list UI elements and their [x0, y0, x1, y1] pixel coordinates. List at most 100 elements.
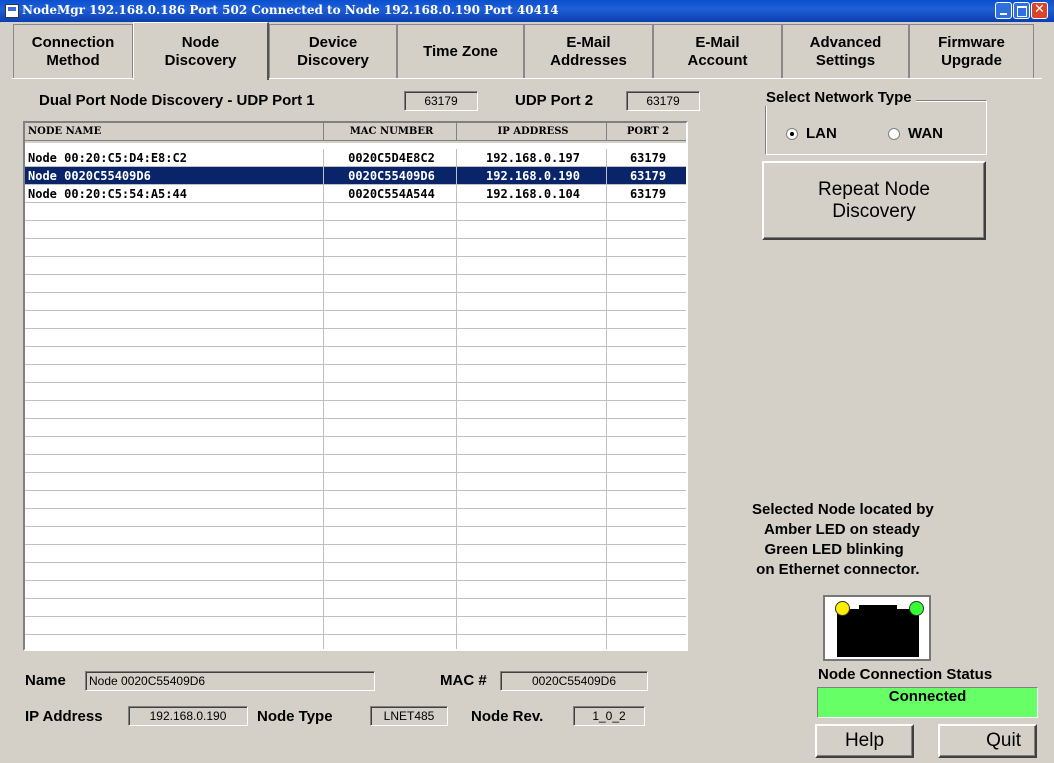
minimize-button[interactable]: [995, 2, 1012, 19]
lan-radio[interactable]: LAN: [786, 125, 837, 142]
table-row[interactable]: [25, 293, 686, 311]
table-row[interactable]: [25, 437, 686, 455]
maximize-button[interactable]: [1013, 2, 1030, 19]
tab-label-line1: Connection: [31, 33, 115, 51]
table-cell: [25, 419, 324, 437]
table-cell: [457, 617, 607, 635]
repeat-node-discovery-button[interactable]: Repeat Node Discovery: [762, 161, 986, 240]
tab-time-zone[interactable]: Time Zone: [397, 24, 524, 78]
table-row[interactable]: [25, 527, 686, 545]
table-cell: [607, 509, 686, 527]
tab-connection-method[interactable]: Connection Method: [13, 24, 133, 78]
table-cell: [457, 365, 607, 383]
table-cell: [457, 347, 607, 365]
tab-advanced-settings[interactable]: Advanced Settings: [782, 24, 909, 78]
ethernet-connector-icon: [823, 595, 931, 661]
table-cell: [25, 401, 324, 419]
table-cell: [324, 563, 457, 581]
dual-port-label: Dual Port Node Discovery - UDP Port 1: [39, 92, 315, 109]
node-grid[interactable]: NODE NAME MAC NUMBER IP ADDRESS PORT 2 N…: [23, 121, 688, 651]
close-button[interactable]: ✕: [1031, 2, 1048, 19]
node-type-field[interactable]: LNET485: [370, 706, 448, 726]
repeat-button-line1: Repeat Node: [818, 178, 930, 200]
title-bar[interactable]: NodeMgr 192.168.0.186 Port 502 Connected…: [0, 0, 1054, 22]
table-cell: [457, 221, 607, 239]
table-cell: [457, 563, 607, 581]
lan-label: LAN: [806, 125, 837, 142]
table-row[interactable]: Node 00:20:C5:D4:E8:C2 0020C5D4E8C2 192.16…: [25, 149, 686, 167]
table-row[interactable]: [25, 473, 686, 491]
mac-label: MAC #: [440, 672, 487, 689]
app-icon[interactable]: [5, 4, 19, 18]
table-row[interactable]: [25, 419, 686, 437]
table-row[interactable]: [25, 365, 686, 383]
table-row[interactable]: Node 0020C55409D6 0020C55409D6 192.168.0.1…: [25, 167, 686, 185]
table-cell: [607, 221, 686, 239]
table-row[interactable]: [25, 581, 686, 599]
table-row[interactable]: [25, 221, 686, 239]
table-row[interactable]: [25, 203, 686, 221]
rj45-port: [837, 605, 919, 657]
table-row[interactable]: [25, 329, 686, 347]
name-field[interactable]: Node 0020C55409D6: [85, 671, 375, 691]
table-row[interactable]: [25, 545, 686, 563]
table-row[interactable]: [25, 257, 686, 275]
table-cell: [324, 275, 457, 293]
ip-address-field[interactable]: 192.168.0.190: [128, 706, 248, 726]
table-row[interactable]: [25, 239, 686, 257]
table-row[interactable]: [25, 455, 686, 473]
table-cell: [457, 581, 607, 599]
table-row[interactable]: [25, 347, 686, 365]
table-cell: [457, 419, 607, 437]
grid-header: NODE NAME MAC NUMBER IP ADDRESS PORT 2: [25, 123, 686, 143]
table-row[interactable]: [25, 275, 686, 293]
table-cell: [607, 437, 686, 455]
table-row[interactable]: [25, 509, 686, 527]
wan-label: WAN: [908, 125, 943, 142]
header-port2[interactable]: PORT 2: [607, 123, 686, 141]
tab-firmware-upgrade[interactable]: Firmware Upgrade: [909, 24, 1034, 78]
quit-button[interactable]: Quit: [938, 724, 1037, 758]
table-cell: [25, 545, 324, 563]
table-row[interactable]: [25, 599, 686, 617]
udp-port1-field[interactable]: 63179: [404, 91, 478, 111]
table-row[interactable]: [25, 311, 686, 329]
table-row[interactable]: [25, 383, 686, 401]
table-row[interactable]: Node 00:20:C5:54:A5:44 0020C554A544 192.16…: [25, 185, 686, 203]
table-cell: [607, 239, 686, 257]
header-node-name[interactable]: NODE NAME: [25, 123, 324, 141]
table-row[interactable]: [25, 491, 686, 509]
table-cell: [25, 383, 324, 401]
table-cell: [25, 599, 324, 617]
tab-node-discovery[interactable]: Node Discovery: [133, 22, 269, 80]
header-mac-number[interactable]: MAC NUMBER: [324, 123, 457, 141]
table-cell: [25, 437, 324, 455]
tab-label-line1: Node: [181, 33, 220, 51]
table-cell: [324, 311, 457, 329]
wan-radio[interactable]: WAN: [888, 125, 943, 142]
tab-email-addresses[interactable]: E-Mail Addresses: [524, 24, 653, 78]
connection-status-label: Node Connection Status: [818, 666, 993, 683]
table-row[interactable]: [25, 635, 686, 649]
mac-field[interactable]: 0020C55409D6: [500, 671, 648, 691]
header-ip-address[interactable]: IP ADDRESS: [457, 123, 607, 141]
tab-email-account[interactable]: E-Mail Account: [653, 24, 782, 78]
tab-label-line2: Upgrade: [941, 51, 1002, 69]
table-row[interactable]: [25, 617, 686, 635]
lan-radio-dot[interactable]: [786, 127, 798, 140]
udp-port2-field[interactable]: 63179: [626, 91, 700, 111]
table-cell: [25, 221, 324, 239]
table-cell: [457, 527, 607, 545]
node-rev-field[interactable]: 1_0_2: [573, 706, 645, 726]
table-cell: [25, 239, 324, 257]
table-cell: 192.168.0.104: [457, 185, 607, 203]
table-cell: Node 00:20:C5:D4:E8:C2: [25, 149, 324, 167]
table-row[interactable]: [25, 401, 686, 419]
connection-status-indicator: Connected: [817, 687, 1038, 718]
wan-radio-dot[interactable]: [888, 127, 900, 140]
table-cell: [324, 437, 457, 455]
tab-device-discovery[interactable]: Device Discovery: [269, 24, 397, 78]
table-row[interactable]: [25, 563, 686, 581]
table-cell: [324, 383, 457, 401]
help-button[interactable]: Help: [815, 724, 914, 758]
